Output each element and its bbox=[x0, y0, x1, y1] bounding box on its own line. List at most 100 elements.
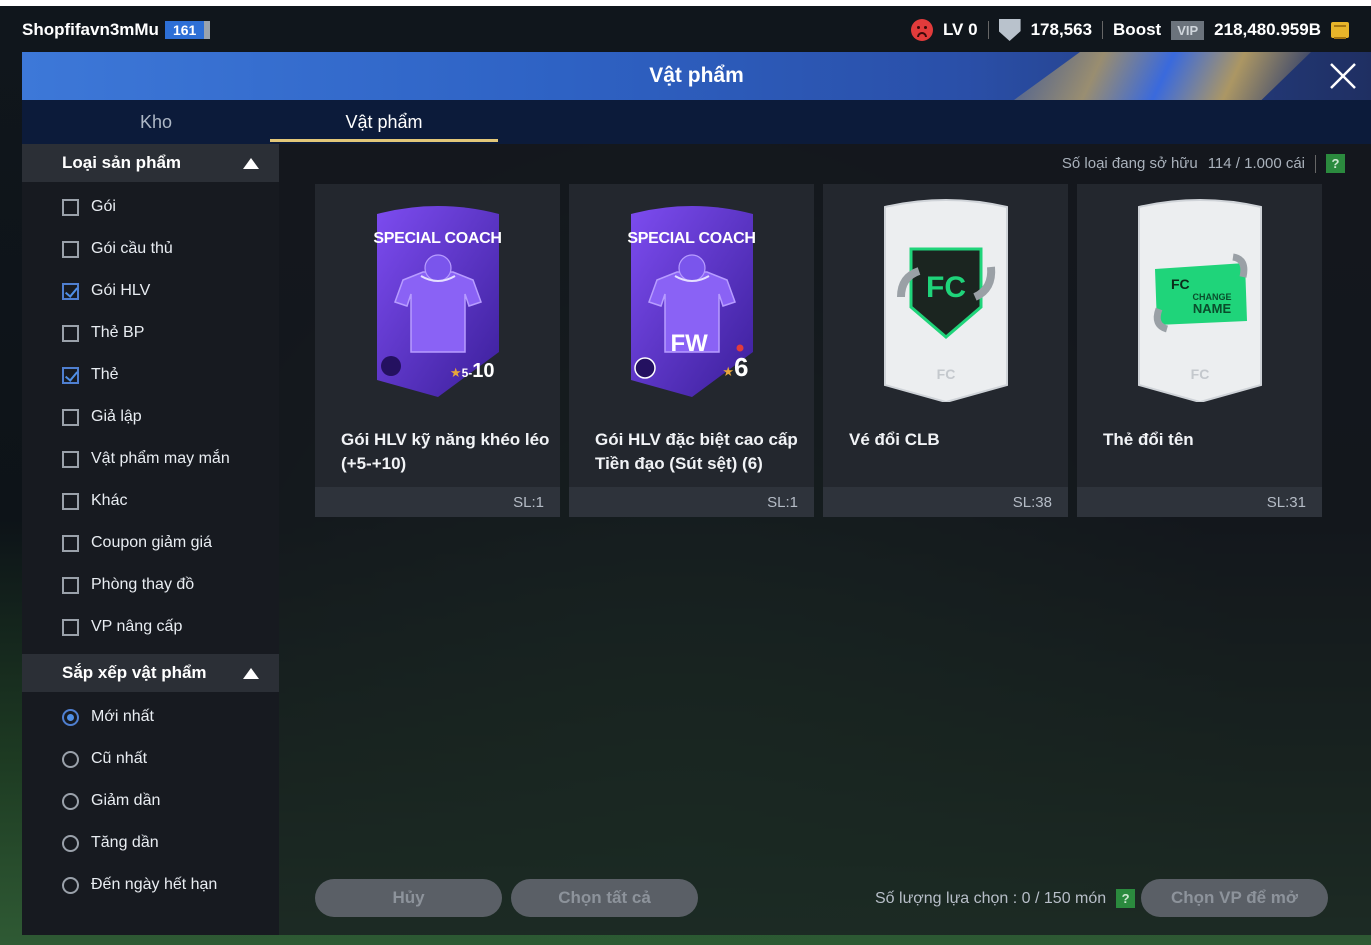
item-name: Vé đổi CLB bbox=[849, 430, 940, 449]
filter-label: Coupon giảm giá bbox=[91, 534, 212, 551]
sort-title: Sắp xếp vật phẩm bbox=[62, 663, 207, 682]
sort-label: Tăng dần bbox=[91, 834, 159, 851]
bp-value: 218,480.959B bbox=[1214, 20, 1321, 39]
rating-value: 10 bbox=[472, 359, 495, 382]
select-all-button[interactable]: Chọn tất cả bbox=[511, 879, 698, 917]
selection-label: Số lượng lựa chọn : 0 / 150 món bbox=[875, 889, 1107, 907]
checkbox[interactable] bbox=[62, 492, 79, 510]
checkbox-checked[interactable] bbox=[62, 282, 79, 300]
filter-khac[interactable]: Khác bbox=[22, 480, 279, 522]
divider bbox=[1315, 154, 1316, 173]
club-transfer-ticket-icon: FC FC bbox=[881, 197, 1011, 403]
checkbox[interactable] bbox=[62, 324, 79, 342]
product-type-header[interactable]: Loại sản phẩm bbox=[22, 144, 279, 182]
filter-the-bp[interactable]: Thẻ BP bbox=[22, 312, 279, 354]
sort-header[interactable]: Sắp xếp vật phẩm bbox=[22, 654, 279, 692]
items-window: Vật phẩm Kho Vật phẩm Loại sản phẩm Gói … bbox=[22, 52, 1371, 935]
svg-text:FC: FC bbox=[1171, 276, 1190, 292]
checkbox[interactable] bbox=[62, 408, 79, 426]
cancel-button[interactable]: Hủy bbox=[315, 879, 502, 917]
tab-bar: Kho Vật phẩm bbox=[22, 100, 1371, 144]
close-icon bbox=[1330, 63, 1356, 89]
checkbox-checked[interactable] bbox=[62, 366, 79, 384]
username: Shopfifavn3mMu bbox=[22, 20, 159, 39]
sort-label: Mới nhất bbox=[91, 708, 154, 725]
help-button[interactable]: ? bbox=[1326, 154, 1345, 173]
filter-the[interactable]: Thẻ bbox=[22, 354, 279, 396]
card-text-bottom: NAME bbox=[1192, 300, 1232, 316]
filter-goi[interactable]: Gói bbox=[22, 186, 279, 228]
checkbox[interactable] bbox=[62, 198, 79, 216]
filter-label: Vật phẩm may mắn bbox=[91, 450, 230, 467]
window-title: Vật phẩm bbox=[649, 64, 744, 87]
name-change-card-icon: FC FC CHANGE NAME bbox=[1135, 197, 1265, 403]
sort-cu-nhat[interactable]: Cũ nhất bbox=[22, 738, 279, 780]
item-qty: SL:38 bbox=[823, 487, 1068, 517]
item-qty: SL:1 bbox=[569, 487, 814, 517]
top-edge bbox=[0, 0, 1371, 6]
open-selected-button[interactable]: Chọn VP để mở bbox=[1141, 879, 1328, 917]
close-button[interactable] bbox=[1325, 58, 1361, 94]
trophy-decoration-icon bbox=[1014, 52, 1311, 100]
sort-moi-nhat[interactable]: Mới nhất bbox=[22, 696, 279, 738]
change-name-text: CHANGE NAME bbox=[1193, 292, 1232, 315]
card-title: SPECIAL COACH bbox=[373, 229, 502, 247]
filter-label: Gói cầu thủ bbox=[91, 240, 173, 257]
filter-goi-hlv[interactable]: Gói HLV bbox=[22, 270, 279, 312]
sort-tang-dan[interactable]: Tăng dần bbox=[22, 822, 279, 864]
checkbox[interactable] bbox=[62, 534, 79, 552]
item-name: Gói HLV đặc biệt cao cấp Tiền đạo (Sút s… bbox=[595, 430, 798, 473]
position-label: FW bbox=[670, 329, 708, 357]
item-art: FC FC CHANGE NAME bbox=[1077, 184, 1322, 414]
sort-label: Cũ nhất bbox=[91, 750, 148, 767]
radio[interactable] bbox=[62, 792, 79, 810]
sort-giam-dan[interactable]: Giảm dần bbox=[22, 780, 279, 822]
status-bar: Shopfifavn3mMu 161 LV 0 178,563 Boost VI… bbox=[0, 8, 1371, 52]
special-coach-card-icon: SPECIAL COACH FW ★6 bbox=[627, 202, 757, 397]
item-card[interactable]: FC FC CHANGE NAME Thẻ đổi tên SL:31 bbox=[1077, 184, 1322, 517]
filter-label: Thẻ bbox=[91, 366, 119, 383]
item-art: FC FC bbox=[823, 184, 1068, 414]
item-name: Gói HLV kỹ năng khéo léo (+5-+10) bbox=[341, 430, 550, 473]
card-rating: ★5-10 bbox=[449, 359, 495, 382]
item-card[interactable]: FC FC Vé đổi CLB SL:38 bbox=[823, 184, 1068, 517]
owned-value: 114 / 1.000 cái bbox=[1207, 155, 1305, 172]
shield-icon bbox=[998, 19, 1021, 41]
card-text-top: CHANGE bbox=[1192, 291, 1232, 302]
svg-text:FC: FC bbox=[926, 271, 966, 304]
filter-label: Khác bbox=[91, 492, 128, 509]
filter-vp-nang-cap[interactable]: VP nâng cấp bbox=[22, 606, 279, 648]
checkbox[interactable] bbox=[62, 576, 79, 594]
tab-vat-pham[interactable]: Vật phẩm bbox=[270, 100, 498, 144]
filter-label: Gói HLV bbox=[91, 282, 151, 299]
sort-list: Mới nhất Cũ nhất Giảm dần Tăng dần Đến n… bbox=[22, 692, 279, 906]
shield-value: 178,563 bbox=[1030, 20, 1093, 39]
help-button[interactable]: ? bbox=[1116, 889, 1136, 908]
radio-selected[interactable] bbox=[62, 708, 79, 726]
radio[interactable] bbox=[62, 876, 79, 894]
collapse-arrow-icon bbox=[243, 158, 259, 169]
filter-gia-lap[interactable]: Giả lập bbox=[22, 396, 279, 438]
boost-label[interactable]: Boost bbox=[1113, 20, 1161, 40]
tab-kho[interactable]: Kho bbox=[42, 100, 270, 144]
checkbox[interactable] bbox=[62, 618, 79, 636]
product-type-title: Loại sản phẩm bbox=[62, 153, 182, 172]
sort-den-ngay-het-han[interactable]: Đến ngày hết hạn bbox=[22, 864, 279, 906]
filter-phong-thay-do[interactable]: Phòng thay đồ bbox=[22, 564, 279, 606]
checkbox[interactable] bbox=[62, 450, 79, 468]
checkbox[interactable] bbox=[62, 240, 79, 258]
item-qty: SL:1 bbox=[315, 487, 560, 517]
vip-chip[interactable]: VIP bbox=[1171, 20, 1205, 40]
item-card[interactable]: SPECIAL COACH ★5-10 Gói HLV kỹ năng khéo… bbox=[315, 184, 560, 517]
special-coach-card-icon: SPECIAL COACH ★5-10 bbox=[373, 202, 503, 397]
filter-vat-pham-may-man[interactable]: Vật phẩm may mắn bbox=[22, 438, 279, 480]
filter-goi-cau-thu[interactable]: Gói cầu thủ bbox=[22, 228, 279, 270]
rating-value: 6 bbox=[734, 351, 749, 382]
card-title: SPECIAL COACH bbox=[627, 229, 756, 247]
radio[interactable] bbox=[62, 750, 79, 768]
card-rating: ★6 bbox=[722, 351, 749, 382]
window-titlebar: Vật phẩm bbox=[22, 52, 1371, 100]
item-card[interactable]: SPECIAL COACH FW ★6 Gói HLV đặc biệt cao… bbox=[569, 184, 814, 517]
radio[interactable] bbox=[62, 834, 79, 852]
filter-coupon[interactable]: Coupon giảm giá bbox=[22, 522, 279, 564]
